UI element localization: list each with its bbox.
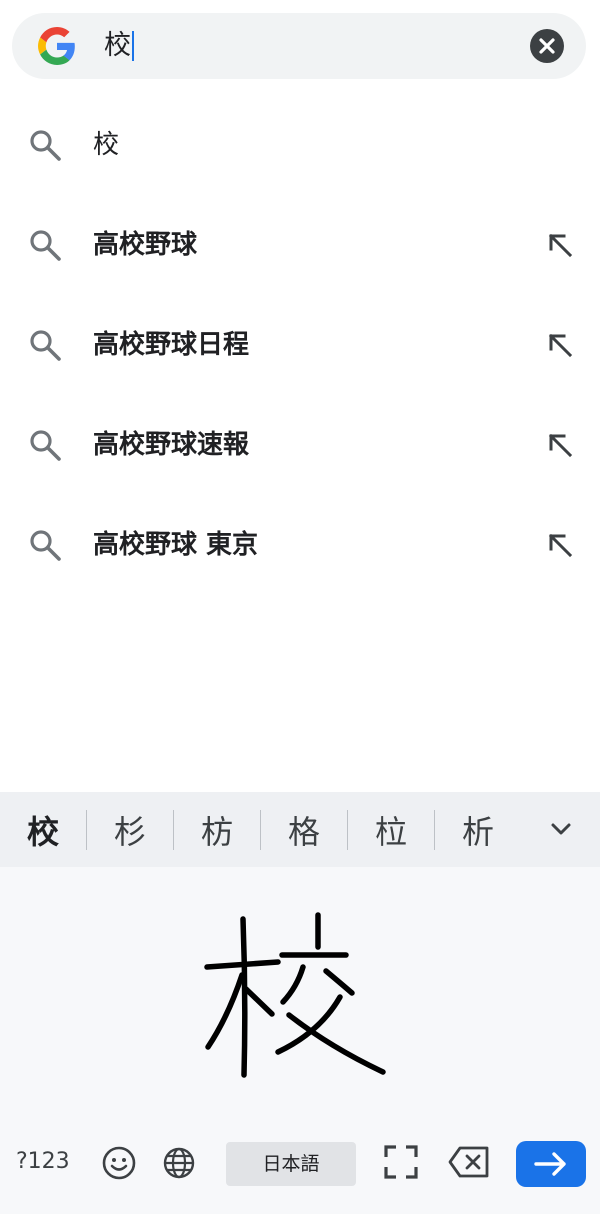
candidate-item[interactable]: 杉: [87, 792, 173, 867]
search-icon: [30, 330, 61, 361]
candidate-item[interactable]: 柆: [348, 792, 434, 867]
candidate-item[interactable]: 枋: [174, 792, 260, 867]
suggestion-label: 校: [93, 130, 120, 160]
fill-query-arrow-icon[interactable]: [546, 431, 574, 459]
candidate-item[interactable]: 析: [435, 792, 521, 867]
candidate-item[interactable]: 格: [261, 792, 347, 867]
candidate-item[interactable]: 校: [0, 792, 86, 867]
fullscreen-icon[interactable]: [382, 1143, 420, 1181]
enter-button[interactable]: [516, 1141, 586, 1187]
suggestion-label: 高校野球速報: [93, 430, 250, 460]
fill-query-arrow-icon[interactable]: [546, 331, 574, 359]
chevron-down-icon[interactable]: [546, 814, 576, 844]
google-g-icon: [38, 27, 75, 65]
search-bar[interactable]: 校: [12, 13, 586, 79]
arrow-right-icon: [534, 1152, 566, 1176]
suggestion-label: 高校野球日程: [93, 330, 250, 360]
smiley-icon[interactable]: [101, 1145, 137, 1181]
search-icon: [30, 230, 61, 261]
close-circle-icon: [539, 38, 555, 54]
suggestion-label: 高校野球: [93, 230, 198, 260]
suggestion-item[interactable]: 高校野球日程: [0, 295, 600, 395]
keyboard-toolbar: ?123 日本語: [0, 1135, 600, 1195]
suggestion-list: 校 高校野球 高校野球日程 高校野球速報 高校野球 東京: [0, 95, 600, 595]
search-icon: [30, 130, 61, 161]
fill-query-arrow-icon[interactable]: [546, 531, 574, 559]
suggestion-item[interactable]: 高校野球: [0, 195, 600, 295]
symbols-key[interactable]: ?123: [16, 1147, 70, 1177]
suggestion-item[interactable]: 校: [0, 95, 600, 195]
search-input[interactable]: 校: [104, 27, 134, 65]
handwritten-strokes: [204, 912, 386, 1078]
suggestion-item[interactable]: 高校野球速報: [0, 395, 600, 495]
text-caret: [132, 31, 134, 61]
screen: 校 校 高校野球 高校野球日程 高校野球速報 高校野球 東京 校 杉 枋 格 柆…: [0, 0, 600, 1214]
suggestion-item[interactable]: 高校野球 東京: [0, 495, 600, 595]
search-icon: [30, 430, 61, 461]
search-query-text: 校: [104, 30, 131, 61]
fill-query-arrow-icon[interactable]: [546, 231, 574, 259]
candidate-bar: 校 杉 枋 格 柆 析: [0, 792, 600, 867]
clear-button[interactable]: [530, 29, 564, 63]
globe-icon[interactable]: [161, 1145, 197, 1181]
language-key[interactable]: 日本語: [226, 1142, 356, 1186]
search-icon: [30, 530, 61, 561]
suggestion-label: 高校野球 東京: [93, 530, 259, 560]
backspace-icon[interactable]: [448, 1145, 490, 1179]
